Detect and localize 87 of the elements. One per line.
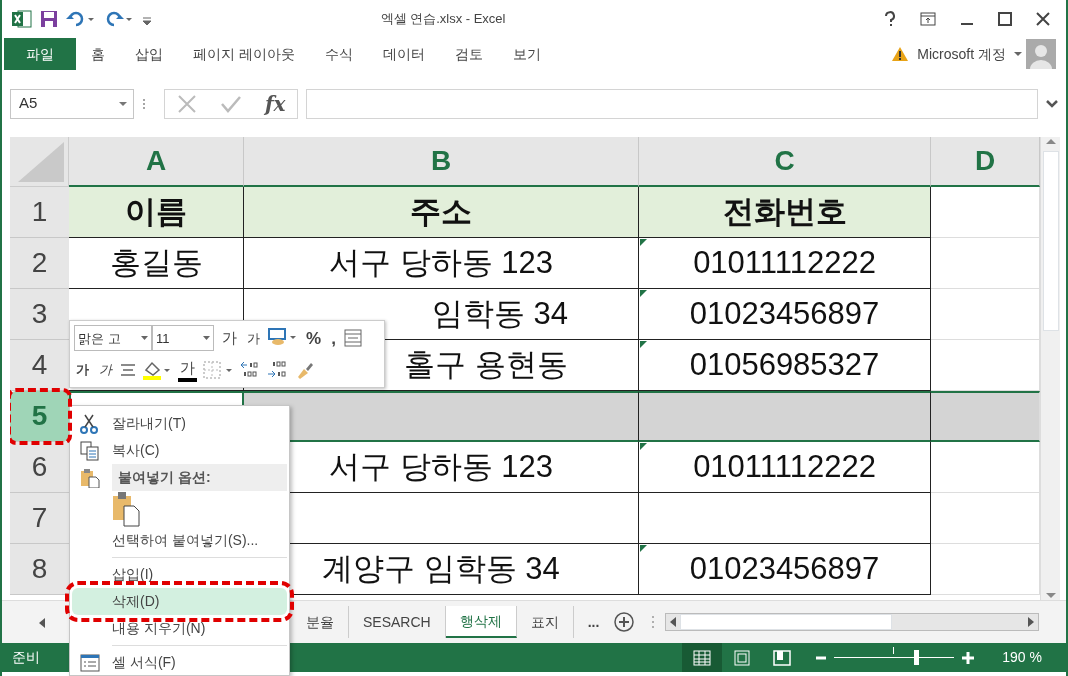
bold-button[interactable]: 가 bbox=[74, 357, 91, 382]
scroll-thumb[interactable] bbox=[1042, 151, 1059, 331]
table-cell: 전화번호 bbox=[639, 187, 931, 238]
ribbon-tab[interactable]: 데이터 bbox=[367, 38, 440, 70]
table-cell: 01023456897 bbox=[639, 289, 931, 340]
sheet-tab[interactable]: 표지 bbox=[516, 606, 574, 638]
scissors-icon bbox=[80, 414, 98, 435]
window-title: 엑셀 연습.xlsx - Excel bbox=[380, 10, 506, 29]
normal-view-icon bbox=[693, 649, 712, 666]
grow-font-button[interactable]: 가 bbox=[220, 326, 239, 351]
maximize-icon[interactable] bbox=[998, 12, 1012, 26]
clipboard-icon bbox=[80, 467, 100, 488]
table-cell: 01023456897 bbox=[639, 544, 931, 595]
name-box[interactable]: A5 bbox=[10, 88, 134, 119]
status-text: 준비 bbox=[11, 648, 40, 667]
font-name-field[interactable]: 맑은 고 bbox=[74, 325, 152, 352]
page-break-icon bbox=[773, 649, 792, 666]
row-header[interactable]: 7 bbox=[10, 493, 69, 544]
cell-reference: A5 bbox=[19, 93, 38, 114]
menu-item[interactable]: 셀 서식(F) bbox=[72, 649, 287, 676]
menu-section-header: 붙여넣기 옵션: bbox=[112, 464, 287, 491]
format-cells-icon bbox=[80, 654, 100, 673]
ribbon-tab[interactable]: 페이지 레이아웃 bbox=[178, 38, 310, 70]
row-header[interactable]: 3 bbox=[10, 289, 69, 340]
align-center-icon[interactable] bbox=[120, 362, 136, 377]
caret-icon bbox=[203, 335, 210, 341]
increase-decimal-icon[interactable] bbox=[239, 359, 261, 380]
table-cell: 이름 bbox=[69, 187, 244, 238]
file-tab[interactable]: 파일 bbox=[4, 38, 76, 70]
page-layout-icon bbox=[733, 649, 752, 666]
excel-logo-icon[interactable] bbox=[12, 10, 32, 28]
sheet-tab[interactable]: SESARCH bbox=[349, 606, 446, 638]
view-button[interactable] bbox=[682, 643, 723, 672]
ribbon-tab[interactable]: 수식 bbox=[309, 38, 368, 70]
row-header[interactable]: 1 bbox=[10, 187, 69, 238]
add-sheet-icon[interactable] bbox=[613, 611, 636, 633]
ribbon-tab[interactable]: 홈 bbox=[76, 38, 120, 70]
table-cell: 01011112222 bbox=[639, 238, 931, 289]
menu-item[interactable]: 잘라내기(T) bbox=[72, 410, 287, 437]
scroll-up-icon[interactable] bbox=[1045, 137, 1056, 145]
caret-icon bbox=[141, 335, 148, 341]
undo-icon[interactable] bbox=[66, 10, 96, 28]
column-header[interactable]: D bbox=[931, 137, 1040, 187]
zoom-thumb[interactable] bbox=[913, 650, 919, 665]
row-header[interactable]: 6 bbox=[10, 442, 69, 493]
table-cell: 홍길동 bbox=[69, 238, 244, 289]
italic-button[interactable]: 가 bbox=[97, 357, 114, 382]
table-cell: 서구 당하동 123 bbox=[244, 238, 639, 289]
fill-color-icon[interactable] bbox=[142, 359, 172, 380]
account-menu[interactable]: Microsoft 계정 bbox=[913, 38, 1010, 70]
drag-handle-icon[interactable] bbox=[142, 96, 146, 111]
caret-icon[interactable] bbox=[1014, 51, 1022, 57]
format-table-icon[interactable] bbox=[343, 329, 362, 348]
row-header[interactable]: 4 bbox=[10, 340, 69, 391]
redo-icon[interactable] bbox=[104, 10, 134, 28]
decrease-decimal-icon[interactable] bbox=[267, 359, 289, 380]
column-header[interactable]: B bbox=[244, 137, 639, 187]
more-sheets-button[interactable]: ... bbox=[573, 606, 614, 638]
ribbon-tab[interactable]: 삽입 bbox=[120, 38, 178, 70]
column-header[interactable]: A bbox=[69, 137, 244, 187]
column-header[interactable]: C bbox=[639, 137, 931, 187]
formula-input[interactable] bbox=[306, 88, 1038, 119]
row-header[interactable]: 2 bbox=[10, 238, 69, 289]
row-header[interactable]: 5 bbox=[10, 391, 69, 442]
dropdown-icon[interactable] bbox=[119, 100, 127, 107]
save-icon[interactable] bbox=[40, 10, 58, 28]
scroll-left-icon[interactable] bbox=[38, 617, 46, 628]
table-cell: 01011112222 bbox=[639, 442, 931, 493]
zoom-in-icon[interactable] bbox=[962, 651, 975, 664]
row-header[interactable]: 8 bbox=[10, 544, 69, 595]
ribbon-display-icon[interactable] bbox=[920, 12, 936, 26]
help-icon[interactable] bbox=[884, 11, 896, 27]
zoom-level: 190 % bbox=[1002, 648, 1042, 667]
font-size-field[interactable]: 11 bbox=[152, 325, 214, 352]
copy-icon bbox=[80, 441, 100, 462]
ribbon-tab[interactable]: 검토 bbox=[439, 38, 498, 70]
sheet-tab[interactable]: 행삭제 bbox=[445, 606, 517, 638]
font-color-button[interactable]: 가 bbox=[178, 357, 197, 382]
ribbon-tab[interactable]: 보기 bbox=[497, 38, 556, 70]
menu-item[interactable]: 내용 지우기(N) bbox=[72, 615, 287, 642]
insert-function-button[interactable]: fx bbox=[264, 88, 286, 119]
paste-icon[interactable] bbox=[112, 491, 140, 527]
scroll-thumb[interactable] bbox=[680, 614, 893, 630]
table-cell: 주소 bbox=[244, 187, 639, 238]
close-icon[interactable] bbox=[1036, 12, 1050, 26]
warning-icon bbox=[891, 46, 910, 62]
expand-icon[interactable] bbox=[1046, 99, 1058, 108]
